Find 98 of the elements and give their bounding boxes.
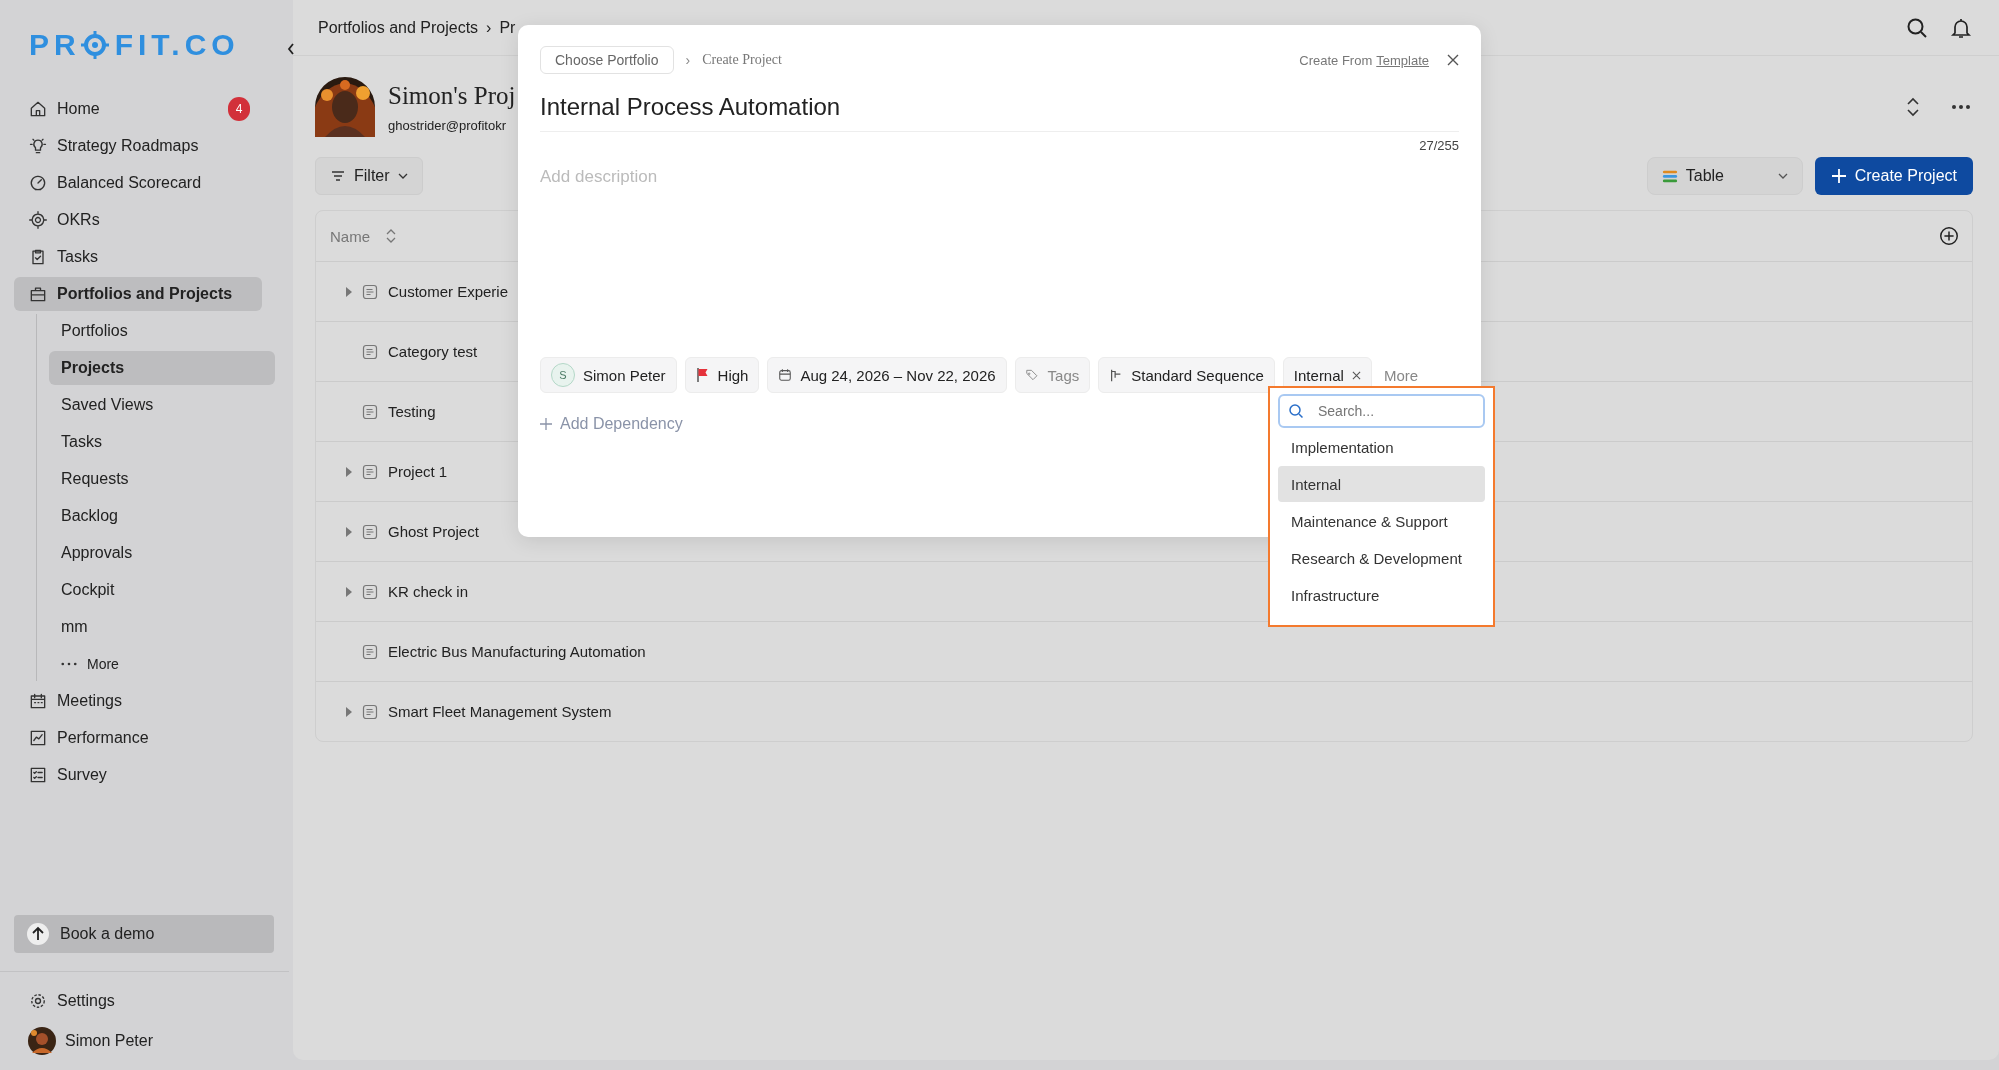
filter-icon — [330, 168, 346, 184]
sidebar-item[interactable]: Home 4 — [14, 92, 262, 126]
sidebar-subitem[interactable]: Backlog — [49, 499, 275, 533]
assignee-chip[interactable]: S Simon Peter — [540, 357, 677, 393]
project-title-field[interactable]: Internal Process Automation — [540, 93, 1459, 132]
close-icon[interactable] — [1447, 54, 1459, 66]
more-link[interactable]: More — [1383, 366, 1419, 384]
dropdown-option[interactable]: Research & Development — [1278, 540, 1485, 576]
create-project-button[interactable]: Create Project — [1814, 157, 1973, 195]
arrow-up-icon — [26, 922, 50, 946]
logo-text: PR — [29, 28, 81, 62]
user-avatar: S — [551, 363, 575, 387]
sidebar-item[interactable]: OKRs — [14, 203, 262, 237]
dropdown-option[interactable]: Implementation — [1278, 429, 1485, 465]
choose-portfolio-button[interactable]: Choose Portfolio — [540, 46, 674, 74]
project-name[interactable]: KR check in — [388, 583, 469, 600]
search-field[interactable]: Search... — [1278, 394, 1485, 428]
dates-chip[interactable]: Aug 24, 2026 – Nov 22, 2026 — [767, 357, 1007, 393]
priority-chip[interactable]: High — [684, 357, 760, 393]
settings-icon — [28, 991, 48, 1011]
caret-icon — [1777, 173, 1788, 179]
add-column-icon[interactable] — [1938, 225, 1960, 247]
document-icon — [362, 643, 378, 660]
calendar-icon — [778, 368, 793, 382]
sidebar-subitem[interactable]: Projects — [49, 351, 275, 385]
project-name[interactable]: Project 1 — [388, 463, 448, 480]
nav-icon — [28, 136, 48, 156]
project-name[interactable]: Ghost Project — [388, 523, 479, 540]
document-icon — [362, 463, 378, 480]
breadcrumb-link[interactable]: Pr — [499, 18, 516, 37]
create-from-text: Create From — [1299, 52, 1373, 68]
settings-item[interactable]: Settings — [14, 984, 262, 1018]
plus-icon — [540, 418, 552, 430]
nav-icon — [28, 99, 48, 119]
sidebar-item[interactable]: Performance — [14, 721, 262, 755]
template-link[interactable]: Template — [1376, 52, 1429, 68]
sidebar-item[interactable]: Survey — [14, 758, 262, 792]
collapse-icon[interactable] — [286, 42, 296, 56]
notification-badge: 4 — [228, 97, 250, 121]
sequence-chip[interactable]: Standard Sequence — [1098, 357, 1275, 393]
sidebar-item[interactable]: Portfolios and Projects — [14, 277, 262, 311]
more-icon — [61, 662, 77, 666]
sidebar-item[interactable]: Strategy Roadmaps — [14, 129, 262, 163]
sidebar-item[interactable]: Tasks — [14, 240, 262, 274]
sidebar-subitem[interactable]: More — [49, 647, 275, 681]
project-name[interactable]: Electric Bus Manufacturing Automation — [388, 643, 646, 660]
breadcrumb-separator: › — [685, 52, 691, 68]
project-name[interactable]: Smart Fleet Management System — [388, 703, 612, 720]
dropdown-option[interactable]: Infrastructure — [1278, 577, 1485, 613]
document-icon — [362, 283, 378, 300]
view-select[interactable]: Table — [1646, 157, 1803, 195]
breadcrumb-separator: › — [486, 18, 492, 37]
book-demo-button[interactable]: Book a demo — [14, 915, 274, 953]
nav-icon — [28, 691, 48, 711]
sort-icon[interactable] — [386, 228, 396, 244]
sidebar-subitem[interactable]: Cockpit — [49, 573, 275, 607]
nav-icon — [28, 765, 48, 785]
dropdown-option[interactable]: Maintenance & Support — [1278, 503, 1485, 539]
expand-caret-icon[interactable] — [346, 706, 352, 717]
sidebar-subitem[interactable]: Portfolios — [49, 314, 275, 348]
breadcrumb-link[interactable]: Portfolios and Projects — [318, 18, 479, 37]
character-counter: 27/255 — [1418, 138, 1459, 153]
breadcrumb-current: Create Project — [702, 52, 782, 68]
tag-icon — [1025, 368, 1040, 382]
document-icon — [362, 343, 378, 360]
email-text: ghostrider@profitokr — [388, 117, 507, 133]
expand-caret-icon[interactable] — [346, 466, 352, 477]
plus-icon — [1830, 168, 1847, 184]
expand-caret-icon[interactable] — [346, 526, 352, 537]
document-icon — [362, 403, 378, 420]
sidebar-item[interactable]: Meetings — [14, 684, 262, 718]
logo-text: FIT.CO — [114, 28, 240, 62]
target-icon — [80, 31, 109, 59]
dropdown-option[interactable]: Internal — [1278, 466, 1485, 502]
user-profile[interactable]: Simon Peter — [14, 1024, 262, 1058]
nav-icon — [28, 210, 48, 230]
expand-caret-icon[interactable] — [346, 286, 352, 297]
project-name[interactable]: Category test — [388, 343, 478, 360]
document-icon — [362, 583, 378, 600]
page-title: Simon's Proj — [388, 81, 516, 110]
sidebar-subitem[interactable]: Tasks — [49, 425, 275, 459]
sidebar-subitem[interactable]: Saved Views — [49, 388, 275, 422]
caret-icon — [397, 173, 408, 179]
nav-icon — [28, 728, 48, 748]
expand-caret-icon[interactable] — [346, 586, 352, 597]
nav-icon — [28, 173, 48, 193]
remove-icon[interactable] — [1351, 370, 1361, 380]
document-icon — [362, 523, 378, 540]
filter-button[interactable]: Filter — [315, 157, 423, 195]
sidebar-subitem[interactable]: Approvals — [49, 536, 275, 570]
table-icon — [1661, 168, 1678, 184]
sidebar-subitem[interactable]: mm — [49, 610, 275, 644]
project-name[interactable]: Testing — [388, 403, 436, 420]
project-name[interactable]: Customer Experie — [388, 283, 509, 300]
search-icon — [1288, 403, 1304, 419]
sidebar-item[interactable]: Balanced Scorecard — [14, 166, 262, 200]
sidebar-subitem[interactable]: Requests — [49, 462, 275, 496]
document-icon — [362, 703, 378, 720]
